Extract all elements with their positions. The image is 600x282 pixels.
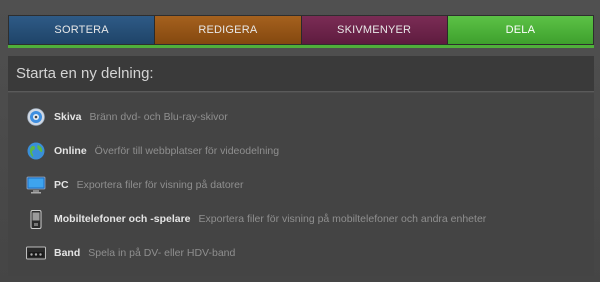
option-label: Skiva — [54, 111, 82, 123]
tab-bar: SORTERA REDIGERA SKIVMENYER DELA — [8, 15, 594, 45]
option-mobiltelefoner[interactable]: Mobiltelefoner och -spelare Exportera fi… — [8, 202, 594, 236]
tab-skivmenyer[interactable]: SKIVMENYER — [301, 16, 448, 44]
monitor-icon — [26, 175, 46, 195]
option-pc[interactable]: PC Exportera filer för visning på datore… — [8, 168, 594, 202]
option-label: Mobiltelefoner och -spelare — [54, 213, 191, 225]
option-description: Överför till webbplatser för videodelnin… — [94, 145, 280, 157]
tape-icon — [26, 243, 46, 263]
tab-sortera[interactable]: SORTERA — [9, 16, 156, 44]
option-skiva[interactable]: Skiva Bränn dvd- och Blu-ray-skivor — [8, 100, 594, 134]
share-options-list: Skiva Bränn dvd- och Blu-ray-skivor Onli… — [8, 93, 594, 276]
option-description: Exportera filer för visning på mobiltele… — [198, 213, 487, 225]
active-tab-indicator — [8, 45, 594, 48]
option-label: Online — [54, 145, 87, 157]
option-description: Bränn dvd- och Blu-ray-skivor — [89, 111, 228, 123]
option-band[interactable]: Band Spela in på DV- eller HDV-band — [8, 236, 594, 270]
option-label: Band — [54, 247, 81, 259]
tab-redigera[interactable]: REDIGERA — [155, 16, 302, 44]
section-heading: Starta en ny delning: — [8, 56, 594, 92]
mobile-phone-icon — [26, 209, 46, 229]
app-window: SORTERA REDIGERA SKIVMENYER DELA Starta … — [0, 0, 600, 282]
tab-dela[interactable]: DELA — [447, 16, 593, 44]
option-description: Exportera filer för visning på datorer — [76, 179, 244, 191]
option-online[interactable]: Online Överför till webbplatser för vide… — [8, 134, 594, 168]
globe-icon — [26, 141, 46, 161]
option-description: Spela in på DV- eller HDV-band — [88, 247, 236, 259]
disc-icon — [26, 107, 46, 127]
option-label: PC — [54, 179, 69, 191]
